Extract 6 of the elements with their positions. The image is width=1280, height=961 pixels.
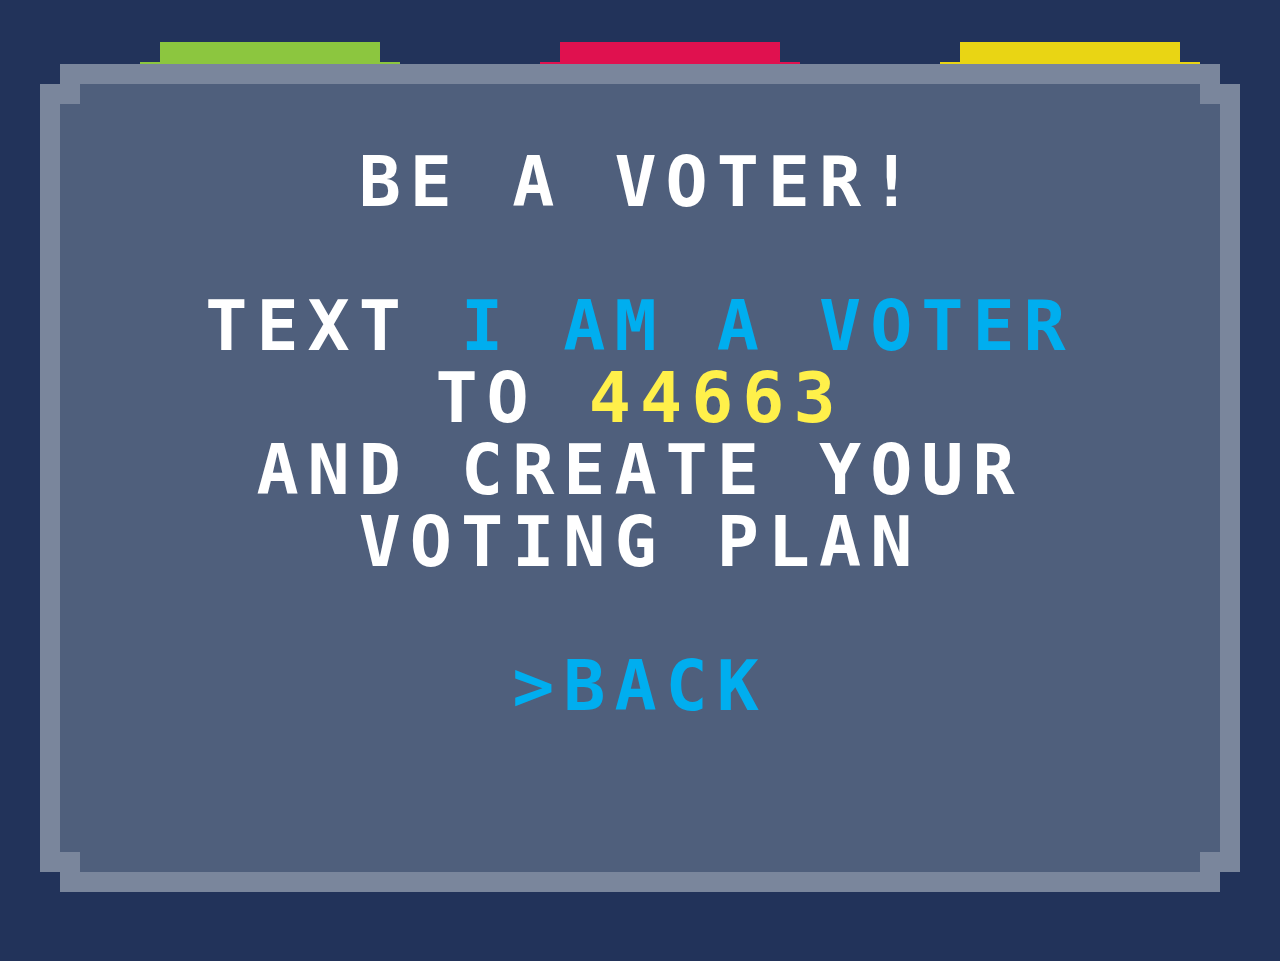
message-line: TO 44663	[435, 362, 845, 434]
back-button[interactable]: >BACK	[512, 650, 768, 722]
message-line: TEXT I AM A VOTER	[205, 290, 1075, 362]
message-line: AND CREATE YOUR	[256, 434, 1024, 506]
dialog-title: BE A VOTER!	[358, 146, 922, 218]
message-line: VOTING PLAN	[358, 506, 922, 578]
